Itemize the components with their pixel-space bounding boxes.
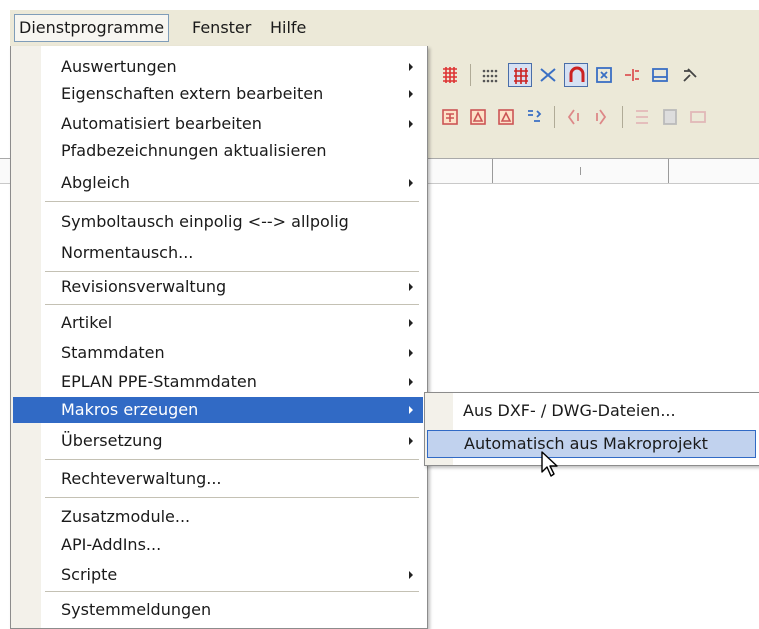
menu-item-label: Abgleich (61, 173, 130, 192)
menu-separator (45, 201, 419, 202)
menu-item-label: Normentausch... (61, 243, 194, 262)
submenu-item-label: Aus DXF- / DWG-Dateien... (463, 401, 676, 420)
submenu-arrow-icon (409, 120, 413, 128)
menu-item-automatisiert-bearbeiten[interactable]: Automatisiert bearbeiten (13, 111, 423, 137)
disabled-tool-2-icon[interactable] (658, 105, 682, 129)
menu-item-eigenschaften-extern[interactable]: Eigenschaften extern bearbeiten (13, 81, 423, 107)
toolbar-separator (554, 106, 555, 128)
menu-item-systemmeldungen[interactable]: Systemmeldungen (13, 597, 423, 623)
menu-item-uebersetzung[interactable]: Übersetzung (13, 428, 423, 454)
ruler-tick (668, 159, 669, 183)
menu-item-label: Pfadbezeichnungen aktualisieren (61, 141, 327, 160)
toolbar-separator (622, 106, 623, 128)
menu-item-label: Symboltausch einpolig <--> allpolig (61, 212, 349, 231)
submenu-arrow-icon (409, 571, 413, 579)
macro-box-2-icon[interactable] (494, 105, 518, 129)
menu-dienstprogramme[interactable]: Dienstprogramme (14, 14, 170, 42)
menu-item-label: Stammdaten (61, 343, 165, 362)
menu-item-auswertungen[interactable]: Auswertungen (13, 54, 423, 80)
menu-item-label: Makros erzeugen (61, 400, 199, 419)
menu-item-label: Revisionsverwaltung (61, 277, 227, 296)
makros-erzeugen-submenu: Aus DXF- / DWG-Dateien... Automatisch au… (424, 392, 759, 466)
menu-item-stammdaten[interactable]: Stammdaten (13, 340, 423, 366)
disabled-tool-3-icon[interactable] (686, 105, 710, 129)
connection-red-icon[interactable] (620, 63, 644, 87)
dienstprogramme-menu: Auswertungen Eigenschaften extern bearbe… (10, 46, 428, 629)
menu-item-label: Systemmeldungen (61, 600, 212, 619)
submenu-arrow-icon (409, 349, 413, 357)
menu-item-rechteverwaltung[interactable]: Rechteverwaltung... (13, 466, 423, 492)
submenu-arrow-icon (409, 378, 413, 386)
grid-red-icon[interactable] (438, 63, 462, 87)
submenu-item-label: Automatisch aus Makroprojekt (464, 434, 708, 453)
menu-item-eplan-ppe-stammdaten[interactable]: EPLAN PPE-Stammdaten (13, 369, 423, 395)
interrupt-point-icon[interactable] (562, 105, 586, 129)
toolbar-separator (470, 64, 471, 86)
toolbar-row-1 (428, 60, 759, 90)
menu-separator (45, 591, 419, 592)
submenu-arrow-icon (409, 319, 413, 327)
menu-separator (45, 497, 419, 498)
submenu-arrow-icon (409, 406, 413, 414)
macro-box-icon[interactable] (466, 105, 490, 129)
menu-separator (45, 304, 419, 305)
menu-item-label: Zusatzmodule... (61, 507, 191, 526)
menu-item-label: Auswertungen (61, 57, 177, 76)
submenu-arrow-icon (409, 90, 413, 98)
submenu-arrow-icon (409, 437, 413, 445)
submenu-arrow-icon (409, 179, 413, 187)
menu-item-revisionsverwaltung[interactable]: Revisionsverwaltung (13, 274, 423, 300)
menu-item-artikel[interactable]: Artikel (13, 310, 423, 336)
mouse-cursor-icon (540, 450, 560, 478)
menu-item-label: Rechteverwaltung... (61, 469, 222, 488)
symbol-library-icon[interactable] (438, 105, 462, 129)
menu-item-label: Eigenschaften extern bearbeiten (61, 84, 324, 103)
menu-bar: Dienstprogramme Fenster Hilfe (10, 10, 759, 47)
toolbar-row-2 (428, 102, 759, 132)
menu-fenster[interactable]: Fenster (188, 16, 255, 40)
submenu-arrow-icon (409, 63, 413, 71)
menu-item-label: Automatisiert bearbeiten (61, 114, 262, 133)
menu-hilfe[interactable]: Hilfe (266, 16, 310, 40)
dot-grid-icon[interactable] (478, 63, 502, 87)
menu-item-label: Übersetzung (61, 431, 163, 450)
menu-item-zusatzmodule[interactable]: Zusatzmodule... (13, 504, 423, 530)
ruler-tick (492, 159, 493, 183)
menu-item-scripte[interactable]: Scripte (13, 562, 423, 588)
submenu-arrow-icon (409, 283, 413, 291)
snap-grid-icon[interactable] (508, 63, 532, 87)
menu-item-label: EPLAN PPE-Stammdaten (61, 372, 257, 391)
interrupt-point-2-icon[interactable] (590, 105, 614, 129)
insert-window-macro-icon[interactable] (522, 105, 546, 129)
menu-item-api-addins[interactable]: API-AddIns... (13, 532, 423, 558)
menu-item-normentausch[interactable]: Normentausch... (13, 240, 423, 266)
submenu-item-automatisch-aus-makroprojekt[interactable]: Automatisch aus Makroprojekt (427, 430, 756, 458)
menu-item-label: API-AddIns... (61, 535, 162, 554)
menu-item-label: Scripte (61, 565, 118, 584)
menu-separator (45, 271, 419, 272)
frame-blue-icon[interactable] (648, 63, 672, 87)
menu-separator (45, 459, 419, 460)
menu-item-symboltausch[interactable]: Symboltausch einpolig <--> allpolig (13, 209, 423, 235)
toolbar-area (428, 46, 759, 158)
menu-item-label: Artikel (61, 313, 113, 332)
ruler-tick (580, 167, 581, 175)
menu-item-abgleich[interactable]: Abgleich (13, 170, 423, 196)
tool-icon[interactable] (678, 63, 702, 87)
menu-item-pfadbezeichnungen[interactable]: Pfadbezeichnungen aktualisieren (13, 138, 423, 164)
disabled-tool-1-icon[interactable] (630, 105, 654, 129)
insert-point-icon[interactable] (592, 63, 616, 87)
cross-connect-icon[interactable] (536, 63, 560, 87)
menu-item-makros-erzeugen[interactable]: Makros erzeugen (13, 397, 423, 423)
magnet-snap-icon[interactable] (564, 63, 588, 87)
submenu-item-aus-dxf-dwg[interactable]: Aus DXF- / DWG-Dateien... (427, 397, 756, 425)
